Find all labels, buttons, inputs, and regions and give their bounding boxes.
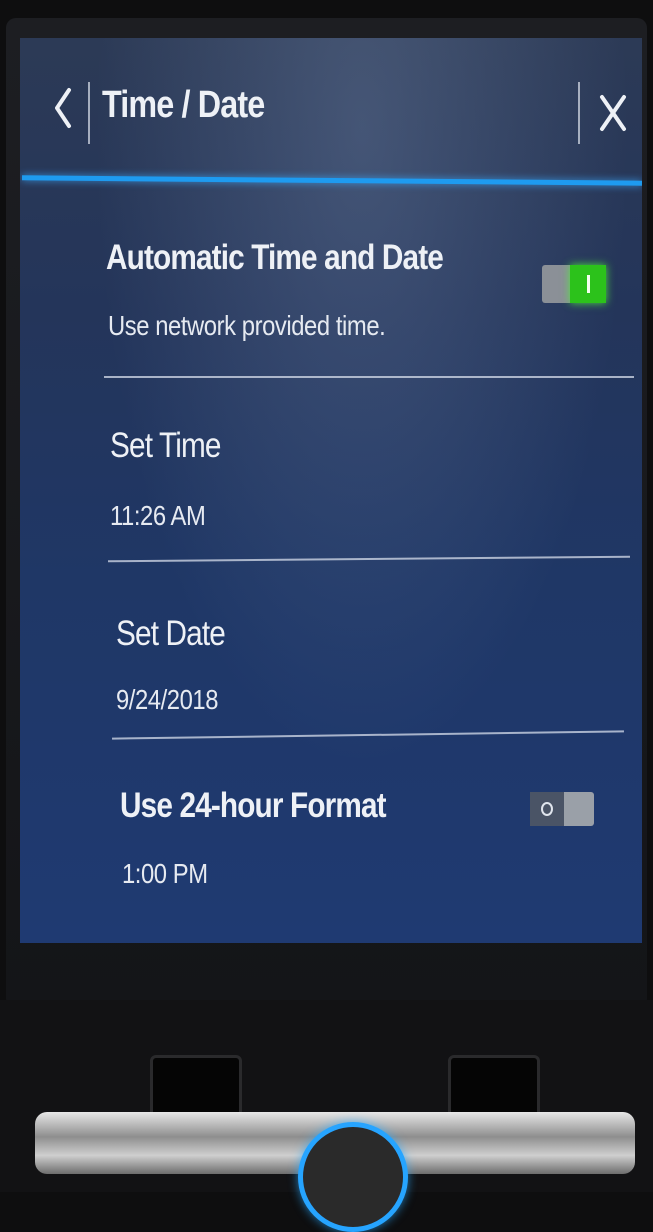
automatic-time-title: Automatic Time and Date	[106, 238, 444, 277]
set-time-row[interactable]: Set Time 11:26 AM	[20, 388, 642, 558]
automatic-time-row[interactable]: Automatic Time and Date Use network prov…	[20, 228, 642, 378]
format-24h-title: Use 24-hour Format	[120, 786, 387, 825]
header: Time / Date	[20, 38, 642, 178]
volume-knob[interactable]	[298, 1122, 408, 1232]
toggle-knob	[570, 265, 606, 303]
page-title: Time / Date	[102, 84, 265, 126]
set-time-value: 11:26 AM	[110, 500, 206, 531]
automatic-time-subtitle: Use network provided time.	[108, 310, 386, 341]
header-divider	[578, 82, 580, 144]
header-divider	[88, 82, 90, 144]
automatic-time-toggle[interactable]	[542, 265, 606, 303]
set-time-title: Set Time	[110, 426, 221, 465]
format-24h-row[interactable]: Use 24-hour Format 1:00 PM	[20, 744, 642, 934]
set-date-value: 9/24/2018	[116, 684, 219, 715]
screen: Time / Date Automatic Time and Date Use …	[20, 38, 642, 943]
format-24h-toggle[interactable]	[530, 792, 594, 826]
set-date-row[interactable]: Set Date 9/24/2018	[20, 568, 642, 738]
separator	[104, 376, 634, 378]
toggle-knob	[530, 792, 564, 826]
chevron-left-icon	[55, 88, 71, 128]
close-icon	[600, 95, 626, 131]
format-24h-subtitle: 1:00 PM	[122, 858, 208, 889]
set-date-title: Set Date	[116, 614, 226, 653]
back-button[interactable]	[38, 78, 88, 138]
close-button[interactable]	[590, 82, 636, 144]
